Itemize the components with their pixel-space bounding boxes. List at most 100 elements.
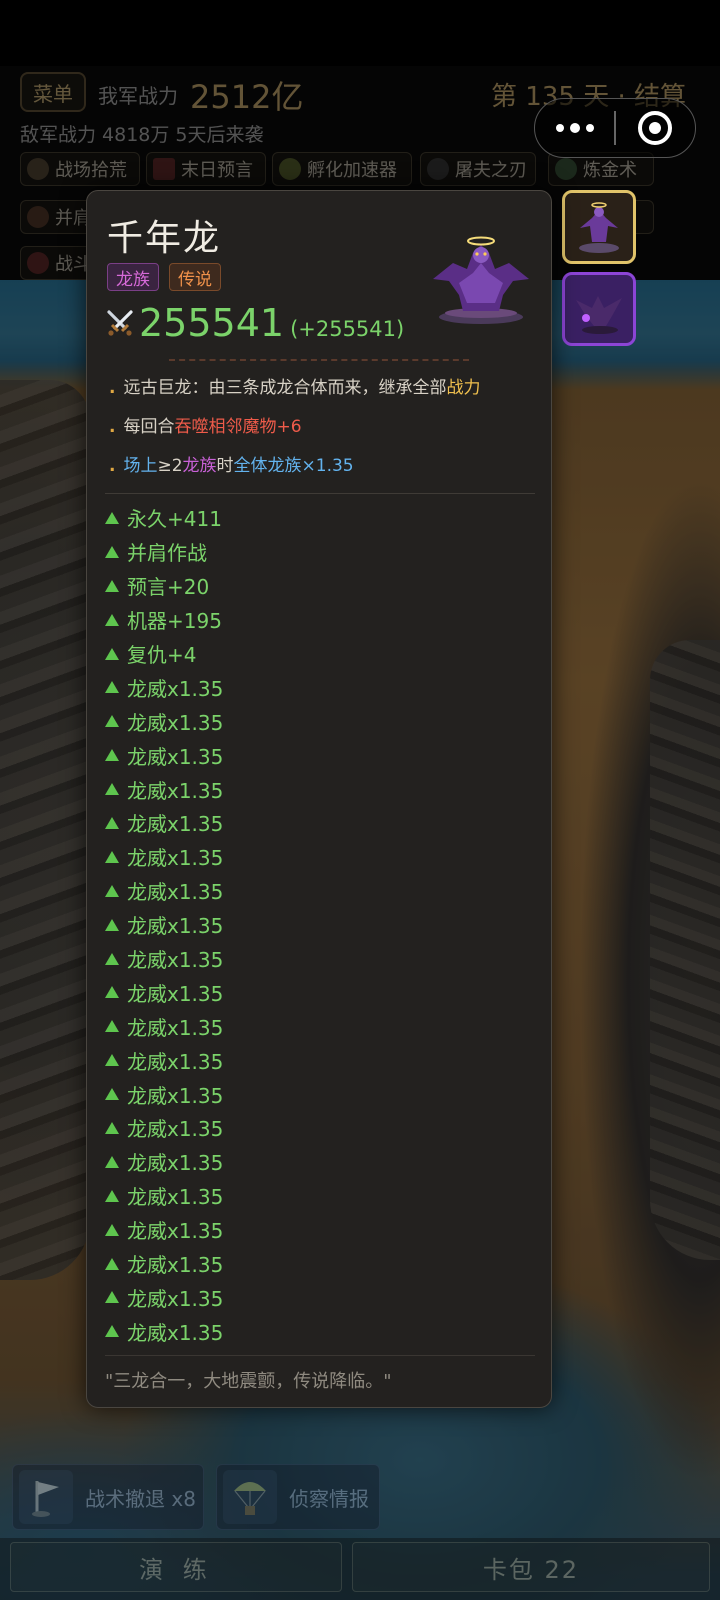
rarity-tag: 传说 bbox=[169, 263, 221, 291]
close-mini-program-button[interactable] bbox=[616, 99, 695, 157]
buff-item: 龙威x1.35 bbox=[105, 1009, 223, 1043]
buff-label: 龙威x1.35 bbox=[127, 676, 224, 701]
chip-prophecy[interactable]: 末日预言 bbox=[146, 152, 266, 186]
mini-program-capsule bbox=[534, 98, 696, 158]
parachute-icon bbox=[223, 1470, 277, 1524]
more-dot-icon bbox=[585, 124, 594, 132]
up-arrow-icon bbox=[105, 1155, 119, 1168]
chip-blade[interactable]: 屠夫之刃 bbox=[420, 152, 536, 186]
up-arrow-icon bbox=[105, 1054, 119, 1067]
up-arrow-icon bbox=[105, 579, 119, 592]
up-arrow-icon bbox=[105, 850, 119, 863]
buff-label: 龙威x1.35 bbox=[127, 1286, 224, 1311]
card-pack-button[interactable]: 卡包 22 bbox=[352, 1542, 710, 1592]
more-dot-icon bbox=[555, 124, 564, 132]
buff-label: 龙威x1.35 bbox=[127, 1083, 224, 1108]
scavenge-icon bbox=[27, 158, 49, 180]
buff-item: 龙威x1.35 bbox=[105, 1111, 223, 1145]
army-power-value: 2512亿 bbox=[190, 78, 304, 116]
battle-icon bbox=[27, 252, 49, 274]
ability-line-3: . 场上≥2龙族时全体龙族×1.35 bbox=[109, 456, 354, 476]
chip-scavenge[interactable]: 战场拾荒 bbox=[20, 152, 140, 186]
buff-label: 预言+20 bbox=[127, 575, 210, 600]
up-arrow-icon bbox=[105, 1257, 119, 1270]
up-arrow-icon bbox=[105, 783, 119, 796]
buff-label: 龙威x1.35 bbox=[127, 1253, 224, 1278]
buff-label: 龙威x1.35 bbox=[127, 948, 224, 973]
up-arrow-icon bbox=[105, 884, 119, 897]
tactical-retreat-button[interactable]: 战术撤退 x8 bbox=[12, 1464, 204, 1530]
buff-label: 永久+411 bbox=[127, 507, 222, 532]
unit-name: 千年龙 bbox=[107, 218, 222, 259]
blade-icon bbox=[427, 158, 449, 180]
alchemy-icon bbox=[555, 158, 577, 180]
up-arrow-icon bbox=[105, 918, 119, 931]
dark-dragon-icon bbox=[576, 296, 622, 334]
incubator-icon bbox=[279, 158, 301, 180]
buff-item: 龙威x1.35 bbox=[105, 908, 223, 942]
up-arrow-icon bbox=[105, 986, 119, 999]
chip-label: 孵化加速器 bbox=[307, 160, 397, 181]
enemy-power-line: 敌军战力 4818万 5天后来袭 bbox=[20, 124, 264, 146]
drill-button[interactable]: 演 练 bbox=[10, 1542, 342, 1592]
buff-label: 龙威x1.35 bbox=[127, 744, 224, 769]
buff-item: 龙威x1.35 bbox=[105, 1247, 223, 1281]
unit-power-row: 255541 (+255541) bbox=[105, 301, 404, 345]
unit-slot[interactable] bbox=[562, 272, 636, 346]
buff-item: 龙威x1.35 bbox=[105, 806, 223, 840]
up-arrow-icon bbox=[105, 1020, 119, 1033]
buff-item: 龙威x1.35 bbox=[105, 1314, 223, 1348]
up-arrow-icon bbox=[105, 1088, 119, 1101]
buff-item: 龙威x1.35 bbox=[105, 874, 223, 908]
chip-label: 炼金术 bbox=[583, 160, 637, 181]
chip-incubator[interactable]: 孵化加速器 bbox=[272, 152, 412, 186]
up-arrow-icon bbox=[105, 1291, 119, 1304]
buff-label: 并肩作战 bbox=[127, 541, 207, 566]
buff-item: 龙威x1.35 bbox=[105, 1043, 223, 1077]
buff-label: 龙威x1.35 bbox=[127, 1049, 224, 1074]
up-arrow-icon bbox=[105, 681, 119, 694]
buff-label: 龙威x1.35 bbox=[127, 846, 224, 871]
buff-item: 并肩作战 bbox=[105, 535, 223, 569]
ability-line-2: . 每回合吞噬相邻魔物+6 bbox=[109, 417, 302, 437]
unit-power-delta: (+255541) bbox=[290, 317, 405, 341]
up-arrow-icon bbox=[105, 1121, 119, 1134]
buff-label: 龙威x1.35 bbox=[127, 981, 224, 1006]
buff-item: 龙威x1.35 bbox=[105, 1280, 223, 1314]
race-tag: 龙族 bbox=[107, 263, 159, 291]
prophecy-book-icon bbox=[153, 158, 175, 180]
buff-item: 龙威x1.35 bbox=[105, 1213, 223, 1247]
army-power-label: 我军战力 bbox=[98, 84, 178, 108]
up-arrow-icon bbox=[105, 1223, 119, 1236]
buff-item: 龙威x1.35 bbox=[105, 1077, 223, 1111]
more-options-button[interactable] bbox=[535, 99, 614, 157]
buff-label: 龙威x1.35 bbox=[127, 1151, 224, 1176]
dragon-unit-icon bbox=[579, 202, 619, 253]
retreat-label: 战术撤退 x8 bbox=[85, 1486, 196, 1511]
buff-label: 龙威x1.35 bbox=[127, 1320, 224, 1345]
buff-item: 龙威x1.35 bbox=[105, 975, 223, 1009]
unit-info-card[interactable]: 千年龙 龙族 传说 255541 (+255541) . 远古巨龙：由三条成龙合体… bbox=[86, 190, 552, 1408]
unit-slot-selected[interactable] bbox=[562, 190, 636, 264]
scout-intel-button[interactable]: 侦察情报 bbox=[216, 1464, 380, 1530]
up-arrow-icon bbox=[105, 715, 119, 728]
buff-label: 龙威x1.35 bbox=[127, 1117, 224, 1142]
buff-item: 永久+411 bbox=[105, 501, 223, 535]
unit-power-value: 255541 bbox=[139, 301, 285, 345]
buff-item: 龙威x1.35 bbox=[105, 1179, 223, 1213]
buff-item: 龙威x1.35 bbox=[105, 738, 223, 772]
target-close-icon bbox=[638, 111, 673, 145]
buff-label: 龙威x1.35 bbox=[127, 778, 224, 803]
buff-item: 复仇+4 bbox=[105, 637, 223, 671]
up-arrow-icon bbox=[105, 647, 119, 660]
up-arrow-icon bbox=[105, 545, 119, 558]
millennium-dragon-portrait bbox=[433, 236, 529, 324]
up-arrow-icon bbox=[105, 613, 119, 626]
crossed-swords-icon bbox=[107, 310, 133, 336]
chip-label: 战场拾荒 bbox=[55, 160, 127, 181]
buff-item: 机器+195 bbox=[105, 603, 223, 637]
flag-icon bbox=[19, 1470, 73, 1524]
menu-button[interactable]: 菜单 bbox=[20, 72, 86, 112]
up-arrow-icon bbox=[105, 511, 119, 524]
buff-label: 龙威x1.35 bbox=[127, 812, 224, 837]
